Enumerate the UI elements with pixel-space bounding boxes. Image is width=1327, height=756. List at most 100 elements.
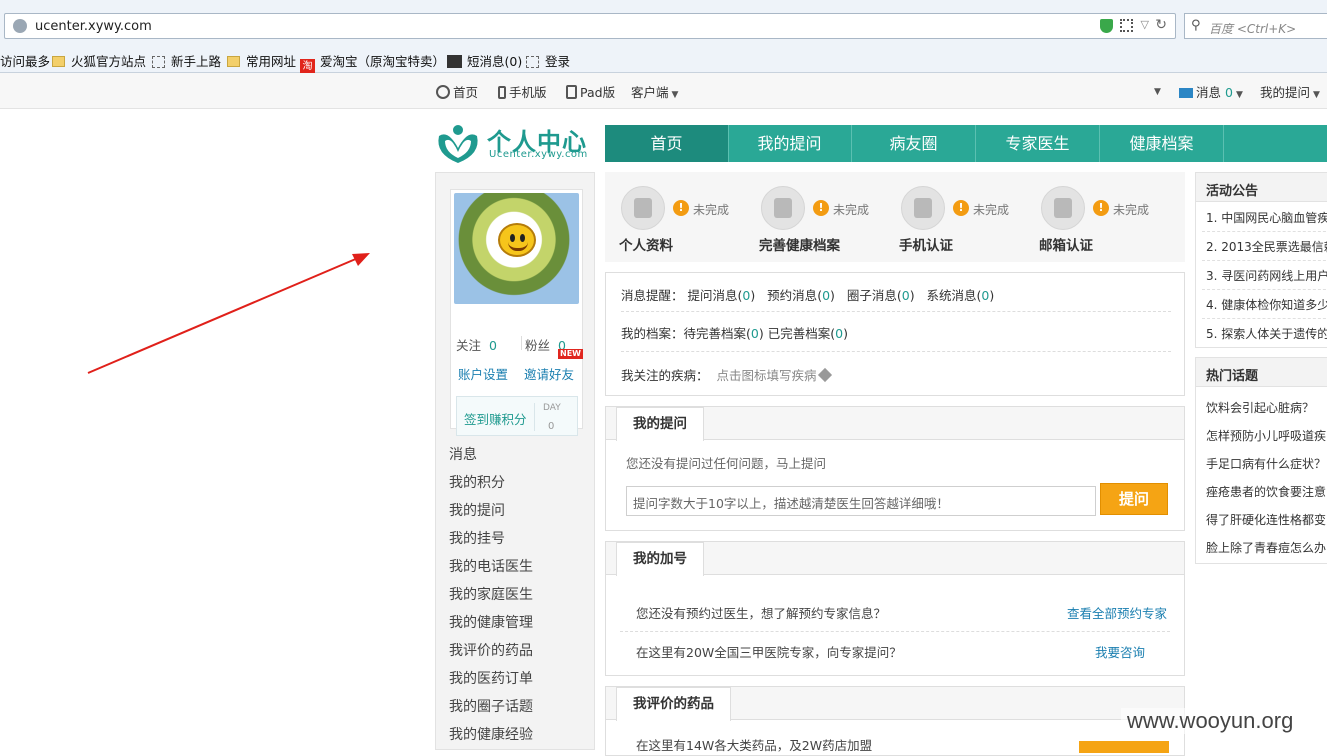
disease-hint[interactable]: 点击图标填写疾病 bbox=[716, 368, 816, 383]
tab-rated-drugs[interactable]: 我评价的药品 bbox=[616, 687, 731, 721]
invite-friends-link[interactable]: 邀请好友 bbox=[524, 364, 574, 383]
mobile-signal-icon bbox=[901, 186, 945, 230]
bookmark-login[interactable]: 登录 bbox=[526, 51, 570, 70]
day-count: 0 bbox=[548, 421, 555, 432]
bookmark-ai-taobao[interactable]: 淘爱淘宝（原淘宝特卖） bbox=[300, 51, 445, 74]
announcement-item[interactable]: 2. 2013全民票选最信赖 bbox=[1206, 238, 1327, 255]
follow-stat[interactable]: 关注 0 bbox=[456, 335, 497, 354]
search-bar[interactable]: ⚲ 百度 <Ctrl+K> bbox=[1184, 13, 1327, 39]
avatar[interactable] bbox=[454, 193, 579, 304]
bookmark-firefox-official[interactable]: 火狐官方站点 bbox=[52, 51, 146, 70]
hot-topic-item[interactable]: 脸上除了青春痘怎么办 bbox=[1206, 539, 1326, 556]
topbar-my-questions[interactable]: 我的提问 ▼ bbox=[1260, 82, 1320, 101]
mouth bbox=[508, 242, 528, 251]
warning-icon: ! bbox=[1093, 200, 1109, 216]
sidebar-item-phone-doctor[interactable]: 我的电话医生 bbox=[449, 556, 533, 576]
drugs-hint: 在这里有14W各大类药品，及2W药店加盟 bbox=[636, 738, 873, 753]
nav-patient-circle[interactable]: 病友圈 bbox=[852, 125, 976, 162]
bookmark-most-visited[interactable]: 访问最多 bbox=[0, 51, 50, 70]
nav-home[interactable]: 首页 bbox=[605, 125, 729, 162]
sidebar-item-registrations[interactable]: 我的挂号 bbox=[449, 528, 505, 548]
reminder-questions[interactable]: 提问消息(0) bbox=[688, 288, 756, 303]
tab-my-questions[interactable]: 我的提问 bbox=[616, 407, 704, 441]
day-label: DAY bbox=[543, 403, 561, 413]
topbar-messages[interactable]: 消息 0 ▼ bbox=[1179, 82, 1243, 101]
hot-topic-item[interactable]: 痤疮患者的饮食要注意 bbox=[1206, 483, 1326, 500]
hot-topic-item[interactable]: 饮料会引起心脏病？ bbox=[1206, 399, 1314, 416]
divider bbox=[1202, 231, 1327, 232]
announcements-box: 活动公告 1. 中国网民心脑血管疾 2. 2013全民票选最信赖 3. 寻医问药… bbox=[1195, 172, 1327, 348]
sidebar-item-rated-drugs[interactable]: 我评价的药品 bbox=[449, 640, 533, 660]
bookmarks-toolbar: 访问最多 火狐官方站点 新手上路 常用网址 淘爱淘宝（原淘宝特卖） 短消息(0)… bbox=[0, 47, 1327, 74]
pencil-icon[interactable] bbox=[818, 367, 833, 383]
topbar-pad-link[interactable]: Pad版 bbox=[566, 82, 615, 101]
ucenter-logo[interactable]: 个人中心 Ucenter.xywy.com bbox=[435, 122, 595, 164]
consult-link[interactable]: 我要咨询 bbox=[1095, 642, 1145, 661]
security-shield-icon[interactable] bbox=[1100, 19, 1113, 33]
topbar-user-menu[interactable]: ▼ bbox=[1151, 82, 1161, 97]
archive-pending-link[interactable]: 待完善档案(0) bbox=[684, 326, 764, 341]
sidebar-item-circle-topics[interactable]: 我的圈子话题 bbox=[449, 696, 533, 716]
nav-my-questions[interactable]: 我的提问 bbox=[728, 125, 852, 162]
topbar-home-link[interactable]: 首页 bbox=[436, 82, 478, 101]
sidebar-item-questions[interactable]: 我的提问 bbox=[449, 500, 505, 520]
qr-code-icon[interactable] bbox=[1120, 19, 1133, 32]
archive-done-link[interactable]: 已完善档案(0) bbox=[768, 326, 848, 341]
divider bbox=[621, 311, 1171, 312]
search-placeholder[interactable]: 百度 <Ctrl+K> bbox=[1209, 20, 1296, 37]
tab-header: 我的提问 bbox=[606, 407, 1184, 441]
eye bbox=[520, 234, 525, 242]
question-input[interactable]: 提问字数大于10字以上，描述越清楚医生回答越详细哦！ bbox=[626, 486, 1096, 516]
announcement-item[interactable]: 4. 健康体检你知道多少 bbox=[1206, 296, 1327, 313]
glyph bbox=[914, 198, 932, 218]
mail-icon bbox=[1041, 186, 1085, 230]
site-info-icon[interactable] bbox=[13, 19, 27, 33]
no-questions-hint: 您还没有提问过任何问题，马上提问 bbox=[626, 456, 827, 471]
history-dropdown-icon[interactable]: ▽ bbox=[1141, 18, 1149, 31]
bookmark-getting-started[interactable]: 新手上路 bbox=[152, 51, 221, 70]
tablet-icon bbox=[566, 85, 577, 99]
announcement-item[interactable]: 3. 寻医问药网线上用户 bbox=[1206, 267, 1327, 284]
nav-health-records[interactable]: 健康档案 bbox=[1100, 125, 1224, 162]
task-status: 未完成 bbox=[973, 203, 1010, 217]
browser-chrome: ucenter.xywy.com ▽ ↻ ⚲ 百度 <Ctrl+K> 访问最多 … bbox=[0, 0, 1327, 74]
url-text[interactable]: ucenter.xywy.com bbox=[35, 19, 152, 34]
sidebar-item-family-doctor[interactable]: 我的家庭医生 bbox=[449, 584, 533, 604]
task-personal-info[interactable]: ! 未完成 个人资料 bbox=[605, 186, 745, 256]
view-experts-link[interactable]: 查看全部预约专家 bbox=[1067, 603, 1167, 622]
topbar-client-menu[interactable]: 客户端 ▼ bbox=[631, 82, 678, 101]
person-icon bbox=[621, 186, 665, 230]
hot-topic-item[interactable]: 得了肝硬化连性格都变 bbox=[1206, 511, 1326, 528]
account-settings-link[interactable]: 账户设置 bbox=[458, 364, 508, 383]
sidebar-item-drug-orders[interactable]: 我的医药订单 bbox=[449, 668, 533, 688]
task-mobile-verify[interactable]: ! 未完成 手机认证 bbox=[885, 186, 1025, 256]
hot-topics-title: 热门话题 bbox=[1196, 358, 1327, 387]
tab-my-appointments[interactable]: 我的加号 bbox=[616, 542, 704, 576]
sidebar-item-health-management[interactable]: 我的健康管理 bbox=[449, 612, 533, 632]
bookmark-common-sites[interactable]: 常用网址 bbox=[227, 51, 296, 70]
address-bar[interactable]: ucenter.xywy.com ▽ ↻ bbox=[4, 13, 1176, 39]
hot-topic-item[interactable]: 怎样预防小儿呼吸道疾 bbox=[1206, 427, 1326, 444]
reminder-system[interactable]: 系统消息(0) bbox=[927, 288, 995, 303]
ask-button[interactable]: 提问 bbox=[1100, 483, 1168, 515]
bookmark-short-messages[interactable]: 短消息(0) bbox=[447, 51, 522, 70]
sign-in-button[interactable]: 签到赚积分 bbox=[464, 409, 527, 428]
sign-in-box[interactable]: 签到赚积分 DAY 0 bbox=[456, 396, 578, 436]
announcement-item[interactable]: 5. 探索人体关于遗传的 bbox=[1206, 325, 1327, 342]
task-email-verify[interactable]: ! 未完成 邮箱认证 bbox=[1025, 186, 1165, 256]
hot-topic-item[interactable]: 手足口病有什么症状？ bbox=[1206, 455, 1326, 472]
nav-expert-doctors[interactable]: 专家医生 bbox=[976, 125, 1100, 162]
sidebar-item-points[interactable]: 我的积分 bbox=[449, 472, 505, 492]
reminder-appointments[interactable]: 预约消息(0) bbox=[767, 288, 835, 303]
task-health-record[interactable]: ! 未完成 完善健康档案 bbox=[745, 186, 885, 256]
rated-drugs-box: 我评价的药品 在这里有14W各大类药品，及2W药店加盟 bbox=[605, 686, 1185, 756]
topbar-mobile-link[interactable]: 手机版 bbox=[498, 82, 547, 101]
sidebar-item-messages[interactable]: 消息 bbox=[449, 444, 477, 464]
task-name: 手机认证 bbox=[899, 238, 953, 254]
reload-icon[interactable]: ↻ bbox=[1155, 17, 1167, 33]
task-name: 个人资料 bbox=[619, 238, 673, 254]
reminder-circle[interactable]: 圈子消息(0) bbox=[847, 288, 915, 303]
announcement-item[interactable]: 1. 中国网民心脑血管疾 bbox=[1206, 209, 1327, 226]
drugs-action-button[interactable] bbox=[1079, 741, 1169, 753]
sidebar-item-health-experience[interactable]: 我的健康经验 bbox=[449, 724, 533, 744]
